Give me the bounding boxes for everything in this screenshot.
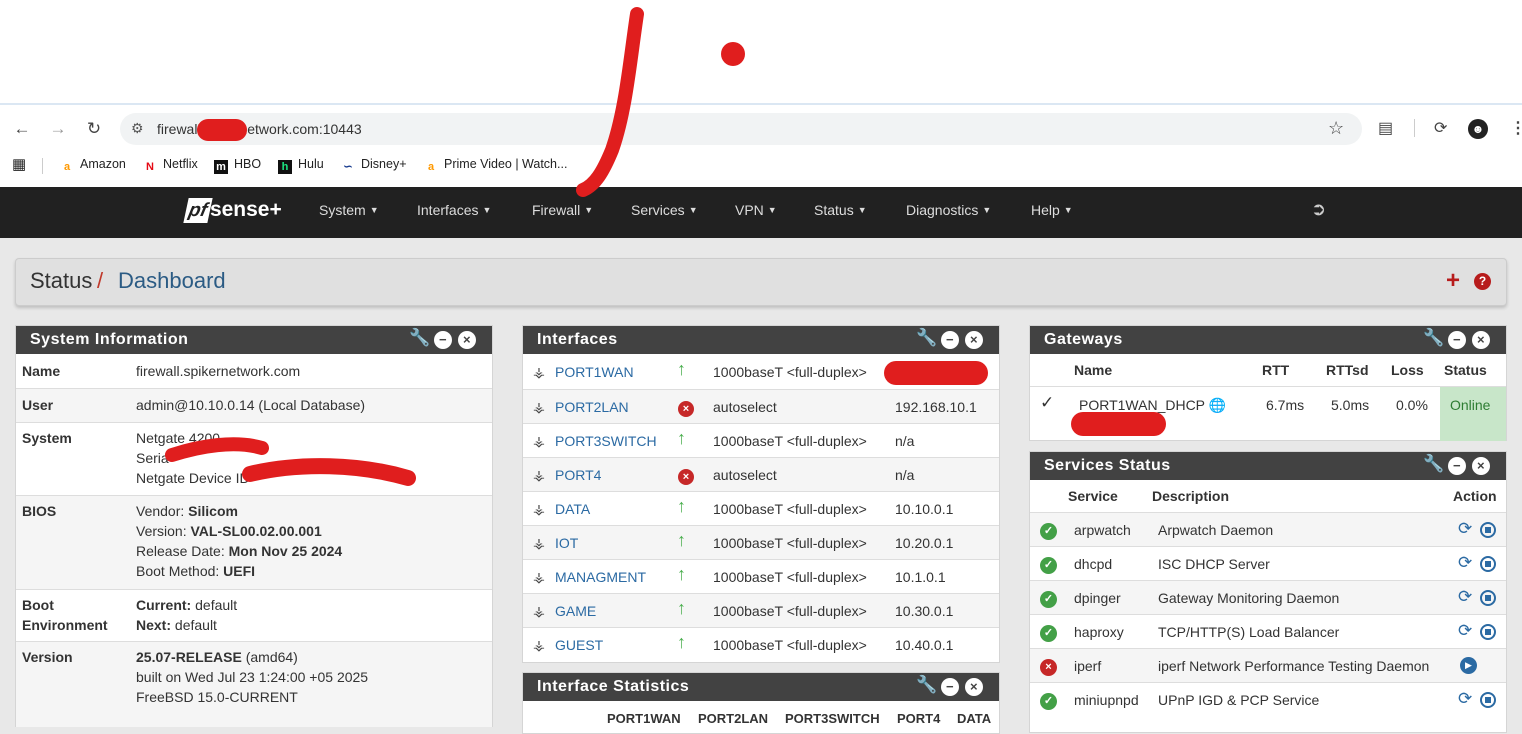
redaction-mark [165,437,269,462]
redaction-mark [884,361,988,385]
redaction-mark [1071,412,1166,436]
annotation-stroke [576,7,644,197]
redaction-mark [242,458,416,486]
annotation-dot [721,42,745,66]
annotation-overlay [165,7,1166,486]
